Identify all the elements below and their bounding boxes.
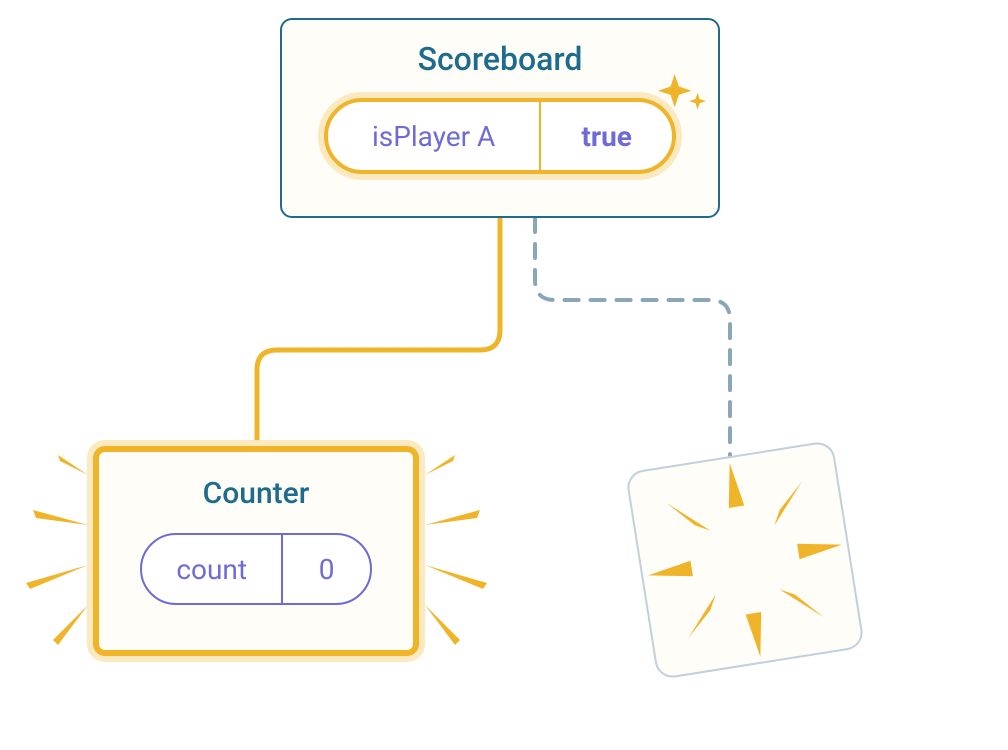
state-name: count bbox=[142, 535, 283, 603]
state-pill-count: count 0 bbox=[140, 533, 372, 605]
diagram-stage: Scoreboard isPlayer A true Counter bbox=[0, 0, 1008, 750]
counter-title: Counter bbox=[99, 476, 413, 511]
burst-icon bbox=[627, 442, 863, 678]
state-name: isPlayer A bbox=[328, 102, 541, 170]
emphasis-lines-left bbox=[18, 455, 98, 655]
state-value: true bbox=[541, 102, 672, 170]
emphasis-lines-right bbox=[415, 455, 495, 655]
state-pill-isplayer: isPlayer A true bbox=[324, 98, 676, 174]
node-new-component bbox=[625, 440, 865, 680]
node-counter: Counter count 0 bbox=[93, 446, 419, 656]
state-value: 0 bbox=[283, 535, 370, 603]
node-scoreboard: Scoreboard isPlayer A true bbox=[280, 18, 720, 218]
scoreboard-title: Scoreboard bbox=[282, 40, 718, 78]
